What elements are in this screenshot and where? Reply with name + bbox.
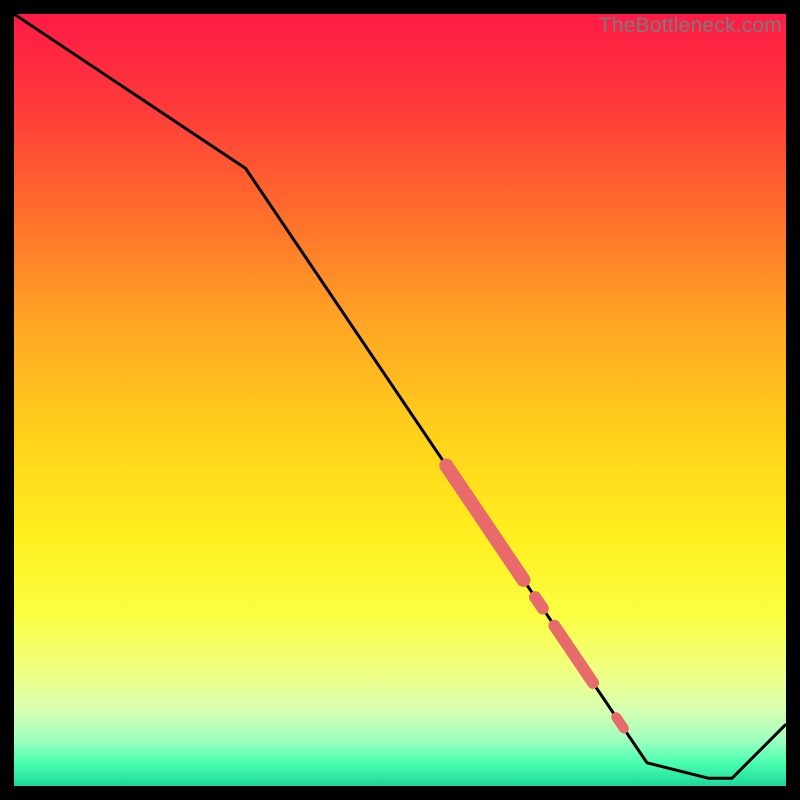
highlight-segment [616,717,624,728]
chart-frame: TheBottleneck.com [14,14,786,786]
highlight-segment [535,597,543,608]
gradient-background [14,14,786,786]
watermark-text: TheBottleneck.com [599,14,782,38]
bottleneck-chart [14,14,786,786]
